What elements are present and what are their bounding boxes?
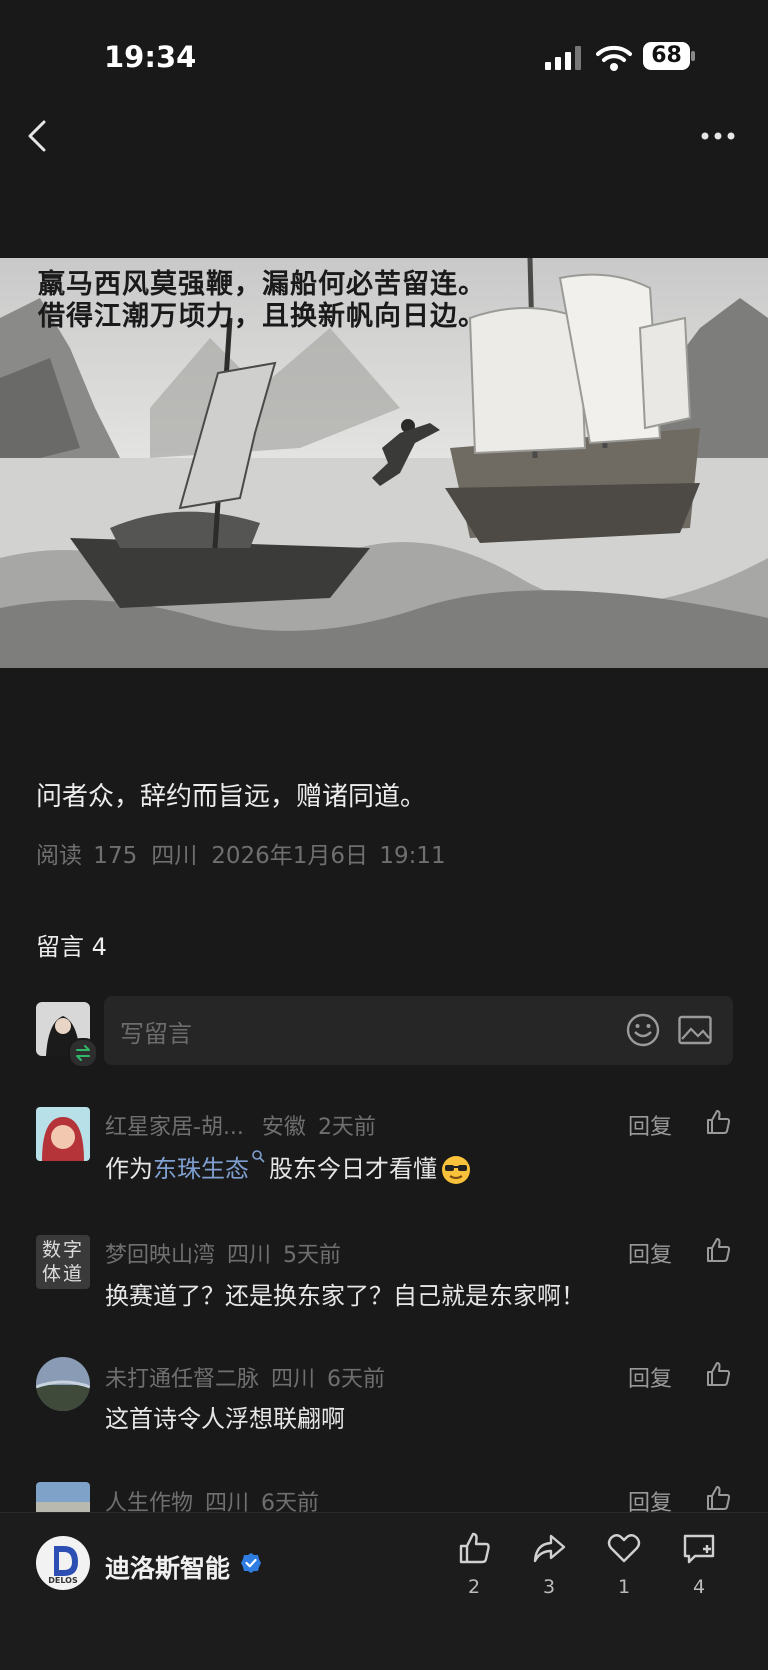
comment-location: 四川	[271, 1367, 316, 1392]
thumbs-up-icon[interactable]	[704, 1360, 732, 1388]
image-icon[interactable]	[678, 1014, 712, 1046]
comment-text-after: 股东今日才看懂	[269, 1155, 437, 1183]
comment-add-icon[interactable]	[681, 1530, 717, 1566]
article-meta: 阅读 175 四川 2026年1月6日 19:11	[36, 836, 460, 870]
battery-level: 68	[651, 43, 682, 68]
like-count: 2	[467, 1576, 481, 1598]
comment-count: 4	[692, 1576, 706, 1598]
comment-time: 2天前	[317, 1115, 376, 1140]
reply-button[interactable]: 回复	[628, 1361, 672, 1393]
article-location: 四川	[151, 843, 198, 869]
thumbs-up-icon[interactable]	[704, 1484, 732, 1512]
poem-line-2: 借得江潮万顷力，且换新帆向日边。	[38, 301, 486, 332]
heart-icon[interactable]	[606, 1530, 642, 1566]
comment-location: 四川	[227, 1243, 272, 1268]
favorite-count: 1	[617, 1576, 631, 1598]
thumbs-up-icon[interactable]	[704, 1108, 732, 1136]
wifi-icon	[596, 45, 632, 71]
comment-search-link[interactable]: 东珠生态	[153, 1155, 249, 1183]
reply-button[interactable]: 回复	[628, 1109, 672, 1141]
comment-text: 这首诗令人浮想联翩啊	[105, 1405, 345, 1433]
back-chevron-icon[interactable]	[24, 118, 52, 154]
comment-author[interactable]: 未打通任督二脉	[105, 1367, 259, 1392]
author-name[interactable]: 迪洛斯智能	[105, 1549, 230, 1585]
comment-text: 换赛道了？还是换东家了？自己就是东家啊！	[105, 1282, 585, 1310]
comment-input-placeholder[interactable]: 写留言	[120, 1014, 192, 1049]
cartoon-avatar-icon	[36, 1107, 90, 1161]
comment-text: 作为东珠生态 股东今日才看懂	[105, 1149, 471, 1185]
status-time: 19:34	[104, 40, 197, 74]
article-hero-image[interactable]: 羸马西风莫强鞭，漏船何必苦留连。 借得江潮万顷力，且换新帆向日边。	[0, 258, 768, 668]
share-icon[interactable]	[531, 1530, 567, 1566]
verified-badge-icon	[241, 1553, 261, 1573]
comment-header: 红星家居-胡... 安徽 2天前	[105, 1109, 376, 1141]
search-icon[interactable]	[251, 1149, 265, 1163]
article-body-text: 问者众，辞约而旨远，赠诸同道。	[36, 782, 427, 812]
article-date: 2026年1月6日 19:11	[211, 843, 446, 869]
more-options-icon[interactable]	[700, 130, 736, 142]
switch-account-icon[interactable]	[68, 1038, 98, 1068]
comment-time: 6天前	[327, 1367, 386, 1392]
comments-title: 留言 4	[36, 933, 107, 961]
comment-avatar[interactable]: 数字体道	[36, 1235, 90, 1289]
calligraphy-avatar-text: 数字体道	[41, 1239, 84, 1285]
comment-location: 安徽	[261, 1115, 306, 1140]
author-logo[interactable]: DELOS	[36, 1536, 90, 1590]
delos-logo-text: DELOS	[48, 1576, 78, 1585]
comment-time: 5天前	[283, 1243, 342, 1268]
bottom-action-bar	[0, 1512, 768, 1670]
comment-author[interactable]: 红星家居-胡...	[105, 1115, 244, 1140]
emoji-icon[interactable]	[626, 1013, 660, 1047]
like-icon[interactable]	[456, 1530, 492, 1566]
comment-avatar[interactable]	[36, 1357, 90, 1411]
sunglasses-emoji-icon	[442, 1156, 470, 1184]
share-count: 3	[542, 1576, 556, 1598]
thumbs-up-icon[interactable]	[704, 1236, 732, 1264]
comment-header: 梦回映山湾 四川 5天前	[105, 1237, 341, 1269]
comment-header: 未打通任督二脉 四川 6天前	[105, 1361, 385, 1393]
comment-author[interactable]: 梦回映山湾	[105, 1243, 215, 1268]
reply-button[interactable]: 回复	[628, 1237, 672, 1269]
read-count: 阅读 175	[36, 843, 138, 869]
landscape-avatar-icon	[36, 1357, 90, 1411]
comment-text-before: 作为	[105, 1155, 153, 1183]
comment-avatar[interactable]	[36, 1107, 90, 1161]
cellular-signal-icon	[545, 46, 581, 70]
